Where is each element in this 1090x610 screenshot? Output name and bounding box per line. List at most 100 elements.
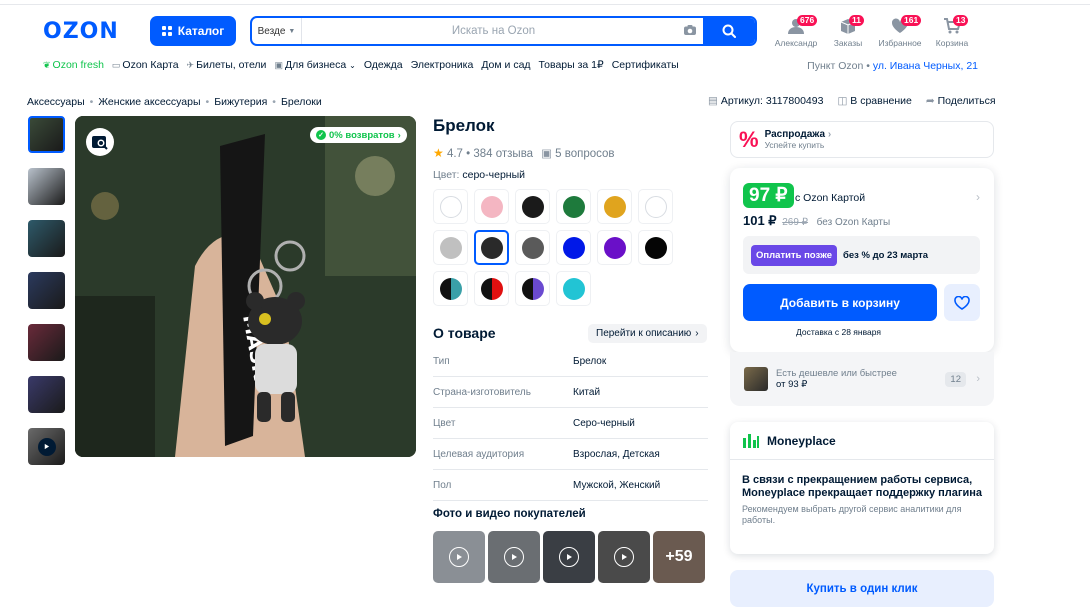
share-label: Поделиться [937, 95, 996, 107]
color-swatch[interactable] [433, 189, 468, 224]
cheaper-title: Есть дешевле или быстрее [776, 368, 897, 379]
image-thumbnail[interactable] [28, 220, 65, 257]
spec-value: Мужской, Женский [573, 479, 661, 491]
play-icon [559, 547, 579, 567]
customer-video[interactable] [488, 531, 540, 583]
color-swatch[interactable] [515, 230, 550, 265]
camera-icon[interactable] [677, 24, 703, 39]
image-thumbnail[interactable] [28, 116, 65, 153]
customer-video[interactable] [598, 531, 650, 583]
catalog-button[interactable]: Каталог [150, 16, 236, 46]
spec-value: Взрослая, Детская [573, 448, 660, 460]
favorites-link[interactable]: 161 Избранное [874, 14, 926, 48]
color-swatch[interactable] [515, 271, 550, 306]
image-search-button[interactable] [86, 128, 114, 156]
color-swatch[interactable] [556, 271, 591, 306]
pay-later-row[interactable]: Оплатить позже без % до 23 марта [743, 236, 980, 274]
customer-video[interactable] [543, 531, 595, 583]
color-swatch[interactable] [474, 189, 509, 224]
color-swatch[interactable] [556, 189, 591, 224]
nav-tickets[interactable]: ✈ Билеты, отели [187, 59, 267, 71]
more-photos-label: +59 [665, 548, 693, 565]
color-swatch-dot [480, 236, 503, 259]
product-meta: ▤ Артикул: 3117800493 ◫ В сравнение ➦ По… [708, 95, 996, 107]
nav-ozon-card[interactable]: ▭ Ozon Карта [112, 59, 179, 71]
regular-price: 101 ₽ [743, 213, 777, 228]
search-scope-select[interactable]: Везде ▼ [252, 18, 302, 44]
favorite-button[interactable] [944, 284, 980, 321]
keychain-photo: MASK [75, 116, 416, 457]
price-card: 97 ₽ с Ozon Картой › 101 ₽ 269 ₽ без Ozo… [730, 168, 994, 352]
sale-banner[interactable]: % Распродажа › Успейте купить [730, 121, 994, 158]
orders-label: Заказы [833, 38, 863, 48]
color-swatch[interactable] [433, 230, 468, 265]
goto-description-button[interactable]: Перейти к описанию › [588, 324, 707, 343]
image-thumbnail[interactable] [28, 324, 65, 361]
grid-icon [161, 26, 172, 36]
returns-badge[interactable]: ✓ 0% возвратов › [310, 127, 407, 143]
card-icon: ▭ [111, 60, 121, 70]
breadcrumb-item[interactable]: Бижутерия [214, 96, 267, 108]
breadcrumb-separator: • [205, 96, 210, 108]
profile-link[interactable]: 676 Александр [770, 14, 822, 48]
pickup-address: ул. Ивана Черных, 21 [872, 60, 978, 72]
spec-key: Цвет [433, 417, 456, 429]
video-thumbnail[interactable] [28, 428, 65, 465]
nav-home-garden[interactable]: Дом и сад [481, 59, 530, 71]
breadcrumb-item[interactable]: Аксессуары [27, 96, 85, 108]
breadcrumb-item[interactable]: Брелоки [281, 96, 322, 108]
orders-link[interactable]: 11 Заказы [822, 14, 874, 48]
pickup-label: Пункт Ozon • [807, 60, 870, 72]
color-swatch[interactable] [515, 189, 550, 224]
nav-ozon-fresh[interactable]: ❦ Ozon fresh [43, 59, 104, 71]
plane-icon: ✈ [186, 60, 195, 70]
briefcase-icon: ▣ [274, 60, 283, 70]
color-swatch[interactable] [638, 189, 673, 224]
chevron-right-icon[interactable]: › [976, 190, 980, 204]
customer-photos-title: Фото и видео покупателей [433, 508, 586, 520]
reviews-link[interactable]: ★ 4.7 • 384 отзыва [433, 146, 533, 160]
share-link[interactable]: ➦ Поделиться [926, 95, 996, 107]
nav-business[interactable]: ▣ Для бизнеса ⌄ [274, 59, 355, 71]
breadcrumb-item[interactable]: Женские аксессуары [98, 96, 200, 108]
image-thumbnail[interactable] [28, 376, 65, 413]
color-swatch[interactable] [597, 189, 632, 224]
pickup-point[interactable]: Пункт Ozon • ул. Ивана Черных, 21 [807, 60, 978, 72]
nav-electronics[interactable]: Электроника [411, 59, 474, 71]
add-to-cart-button[interactable]: Добавить в корзину [743, 284, 937, 321]
customer-video[interactable] [433, 531, 485, 583]
nav-one-ruble[interactable]: Товары за 1₽ [539, 59, 604, 71]
color-swatch[interactable] [474, 271, 509, 306]
ozon-card-price: 97 ₽ [743, 183, 794, 208]
questions-link[interactable]: ▣ 5 вопросов [541, 146, 614, 160]
breadcrumb: Аксессуары • Женские аксессуары • Бижутери… [27, 96, 322, 108]
ozon-logo[interactable]: OZON [43, 19, 119, 44]
nav-clothes[interactable]: Одежда [364, 59, 403, 71]
article-number[interactable]: ▤ Артикул: 3117800493 [708, 95, 823, 107]
more-photos[interactable]: +59 [653, 531, 705, 583]
compare-link[interactable]: ◫ В сравнение [837, 95, 911, 107]
cheaper-offers[interactable]: Есть дешевле или быстрее от 93 ₽ 12 › [730, 352, 994, 406]
search-input[interactable]: Искать на Ozon [302, 18, 677, 44]
pay-later-button[interactable]: Оплатить позже [751, 244, 837, 266]
color-swatch-dot [603, 195, 626, 218]
color-swatch[interactable] [556, 230, 591, 265]
image-thumbnail[interactable] [28, 272, 65, 309]
color-swatch[interactable] [433, 271, 468, 306]
regular-price-label: без Ozon Карты [816, 217, 891, 228]
main-product-image[interactable]: MASK [75, 116, 416, 457]
color-label: Цвет: серо-черный [433, 169, 525, 181]
search-button[interactable] [703, 18, 755, 44]
spec-row: Цвет Серо-черный [433, 408, 708, 439]
cart-link[interactable]: 13 Корзина [926, 14, 978, 48]
color-swatch[interactable] [597, 230, 632, 265]
play-icon [37, 437, 56, 456]
moneyplace-logo-icon [743, 433, 759, 448]
cheaper-count: 12 [945, 371, 966, 387]
image-thumbnail[interactable] [28, 168, 65, 205]
sale-subtitle: Успейте купить [764, 140, 825, 150]
buy-one-click-button[interactable]: Купить в один клик [730, 570, 994, 607]
color-swatch[interactable] [638, 230, 673, 265]
nav-certificates[interactable]: Сертификаты [612, 59, 679, 71]
color-swatch[interactable] [474, 230, 509, 265]
